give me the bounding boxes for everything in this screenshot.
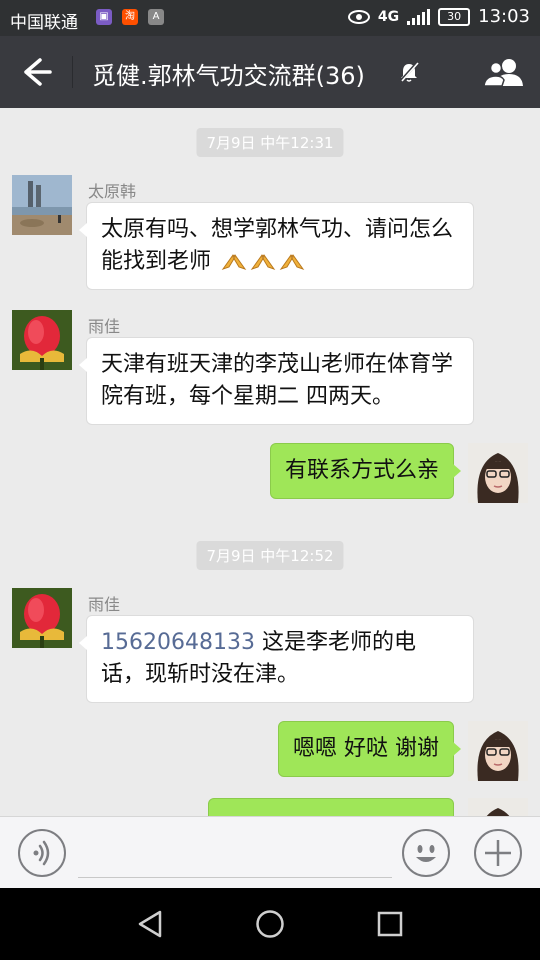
message-list[interactable]: 7月9日 中午12:31 太原韩 太原有吗、想学郭林气功、请问怎么能找到老师 雨… (0, 108, 540, 816)
sender-name: 雨佳 (88, 317, 121, 336)
input-bar (0, 816, 540, 888)
pray-emoji-icon (250, 254, 276, 270)
nav-recent-apps-icon[interactable] (376, 910, 404, 938)
message-bubble[interactable]: 15620648133 这是李老师的电话，现斩时没在津。 (79, 615, 474, 703)
back-button[interactable] (14, 54, 58, 90)
battery-icon: 30 (438, 7, 471, 26)
clock: 13:03 (478, 6, 530, 27)
back-arrow-icon (24, 58, 52, 86)
more-actions-button[interactable] (474, 829, 522, 877)
avatar[interactable] (468, 721, 528, 781)
group-members-icon (483, 59, 523, 87)
taobao-icon: 淘 (122, 9, 138, 25)
avatar[interactable] (12, 310, 72, 370)
gallery-icon: ▣ (96, 9, 112, 25)
network-type: 4G (377, 8, 400, 25)
emoji-icon (416, 845, 436, 862)
signal-icon (407, 8, 431, 25)
mute-bell-icon (399, 62, 419, 82)
avatar[interactable] (12, 175, 72, 235)
message-bubble[interactable]: 嗯嗯 好哒 谢谢 (278, 721, 461, 777)
phone-number-link[interactable]: 15620648133 (101, 630, 255, 655)
emoji-button[interactable] (402, 829, 450, 877)
eye-comfort-icon (347, 9, 370, 24)
status-bar: 中国联通 ▣ 淘 A 4G 30 13:03 (0, 0, 540, 36)
sender-name: 太原韩 (88, 182, 137, 201)
voice-input-icon (33, 840, 50, 866)
timestamp: 7月9日 中午12:31 (196, 128, 344, 157)
avatar[interactable] (468, 443, 528, 503)
message-bubble[interactable]: 有联系方式么亲 (269, 443, 462, 499)
chat-header: 觅健.郭林气功交流群(36) (0, 36, 540, 108)
voice-input-button[interactable] (18, 829, 66, 877)
keyboard-icon: A (148, 9, 164, 25)
message-text: 天津有班天津的李茂山老师在体育学院有班，每个星期二 四两天。 (101, 352, 454, 409)
message-input[interactable] (78, 831, 392, 878)
sender-name: 雨佳 (88, 595, 121, 614)
message-bubble[interactable]: 天津有班天津的李茂山老师在体育学院有班，每个星期二 四两天。 (79, 337, 474, 425)
plus-icon (485, 840, 511, 866)
timestamp: 7月9日 中午12:52 (196, 541, 344, 570)
group-members-button[interactable] (482, 54, 526, 90)
message-text: 嗯嗯 好哒 谢谢 (293, 736, 439, 761)
carrier-name: 中国联通 (10, 13, 78, 33)
nav-home-icon[interactable] (255, 909, 285, 939)
chat-title: 觅健.郭林气功交流群(36) (92, 62, 365, 90)
pray-emoji-icon (279, 254, 305, 270)
avatar[interactable] (12, 588, 72, 648)
system-nav-bar (0, 888, 540, 960)
message-bubble[interactable]: 太原有吗、想学郭林气功、请问怎么能找到老师 (79, 202, 474, 290)
message-text: 太原有吗、想学郭林气功、请问怎么能找到老师 (101, 217, 454, 274)
avatar[interactable] (468, 798, 528, 816)
pray-emoji-icon (221, 254, 247, 270)
message-bubble-partial[interactable] (208, 798, 454, 816)
nav-back-icon[interactable] (136, 908, 166, 940)
header-divider (72, 56, 73, 88)
message-text: 有联系方式么亲 (284, 458, 439, 483)
